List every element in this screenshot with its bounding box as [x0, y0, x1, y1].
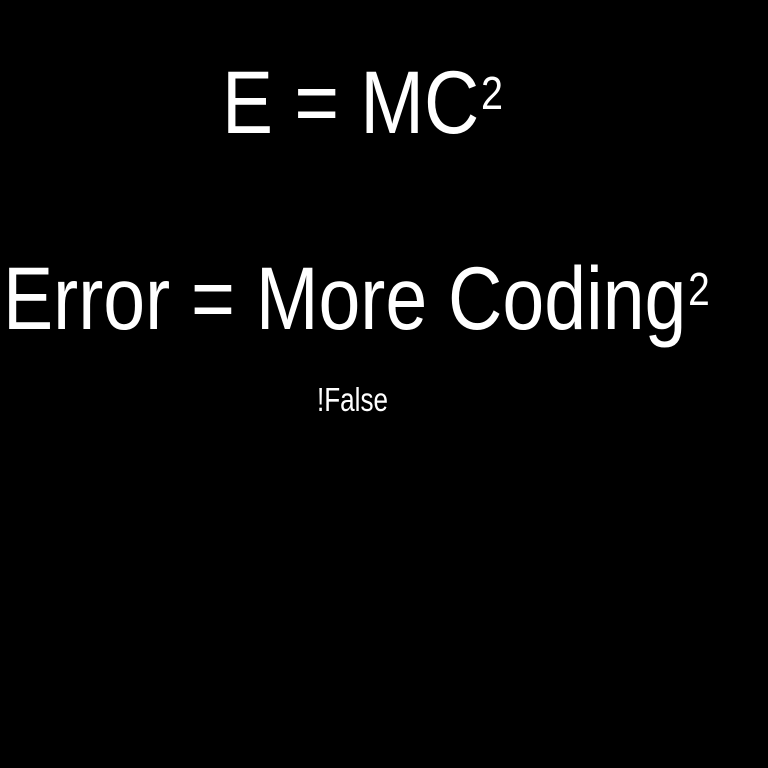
energy-equation-exponent: 2 [481, 67, 504, 119]
false-caption: !False [317, 381, 389, 418]
error-equation: Error = More Coding2 [3, 254, 710, 343]
error-equation-exponent: 2 [688, 263, 710, 315]
energy-equation-text: E = MC [222, 52, 480, 152]
error-equation-text: Error = More Coding [3, 248, 687, 348]
meme-canvas: E = MC2 Error = More Coding2 !False [0, 0, 768, 768]
energy-equation: E = MC2 [222, 58, 503, 147]
